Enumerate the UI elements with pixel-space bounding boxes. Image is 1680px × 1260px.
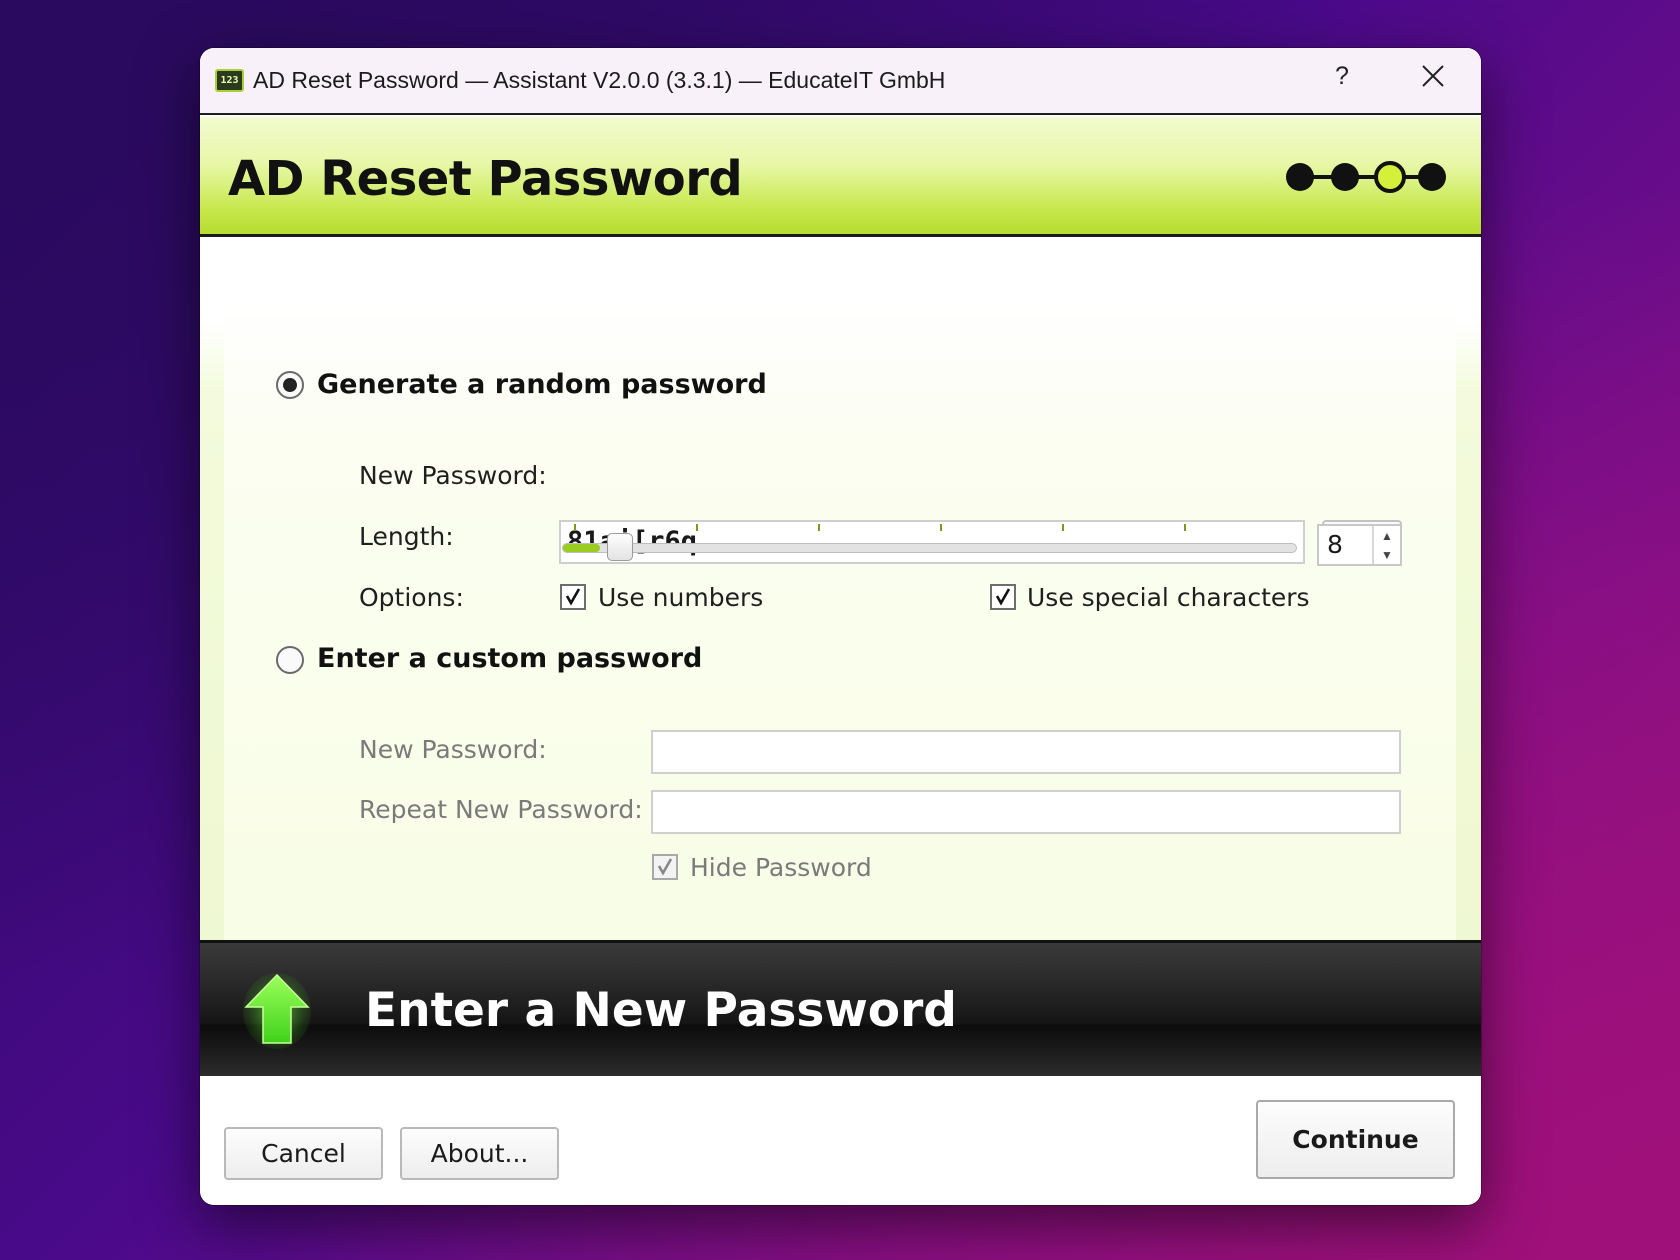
use-numbers-checkbox[interactable] [560, 584, 586, 610]
app-icon: 123 [215, 69, 244, 92]
green-up-arrow-icon [243, 973, 311, 1049]
slider-tick [696, 524, 698, 531]
generated-password-field[interactable]: 81aj[r6q [559, 520, 1305, 564]
close-icon [1422, 65, 1444, 87]
window-title: AD Reset Password — Assistant V2.0.0 (3.… [253, 67, 946, 93]
header-banner: AD Reset Password [200, 117, 1481, 237]
help-button[interactable]: ? [1327, 62, 1357, 91]
step-dot [1418, 163, 1446, 191]
title-bar: 123 AD Reset Password — Assistant V2.0.0… [200, 48, 1481, 115]
repeat-password-label: Repeat New Password: [359, 795, 643, 824]
cancel-button[interactable]: Cancel [224, 1127, 383, 1180]
slider-tick [1184, 524, 1186, 531]
continue-button[interactable]: Continue [1256, 1100, 1455, 1179]
slider-tick [574, 524, 576, 531]
use-special-characters-checkbox[interactable] [990, 584, 1016, 610]
radio-random-label: Generate a random password [317, 369, 767, 400]
hide-password-checkbox[interactable] [652, 854, 678, 880]
options-label: Options: [359, 583, 464, 612]
step-indicator [1282, 159, 1450, 195]
length-slider-track[interactable] [562, 543, 1297, 553]
length-slider-fill [563, 544, 600, 552]
step-title: Enter a New Password [365, 983, 957, 1038]
close-button[interactable] [1417, 60, 1449, 92]
step-dot [1286, 163, 1314, 191]
slider-tick [1062, 524, 1064, 531]
step-dot-active [1374, 161, 1406, 193]
checkmark-icon [565, 588, 581, 606]
dialog-window: 123 AD Reset Password — Assistant V2.0.0… [200, 48, 1481, 1205]
content-area: Generate a random password New Password:… [200, 240, 1481, 990]
use-numbers-label: Use numbers [598, 583, 764, 612]
custom-new-password-field[interactable] [651, 730, 1401, 774]
length-label: Length: [359, 522, 454, 551]
length-spinbox[interactable]: 8 ▲ ▼ [1317, 524, 1402, 566]
radio-custom-label: Enter a custom password [317, 643, 703, 674]
radio-custom-password[interactable] [276, 646, 304, 674]
step-dot [1331, 163, 1359, 191]
step-banner: Enter a New Password [200, 940, 1481, 1076]
spin-down-icon[interactable]: ▼ [1374, 545, 1400, 564]
app-icon-text: 123 [220, 75, 239, 86]
page-title: AD Reset Password [228, 151, 743, 207]
spin-up-icon[interactable]: ▲ [1374, 526, 1400, 545]
slider-tick [940, 524, 942, 531]
options-panel: Generate a random password New Password:… [224, 298, 1456, 956]
use-special-characters-label: Use special characters [1027, 583, 1310, 612]
checkmark-icon [657, 858, 673, 876]
length-slider-thumb[interactable] [606, 533, 633, 561]
repeat-password-field[interactable] [651, 790, 1401, 834]
button-bar: Cancel About... Continue [200, 1076, 1481, 1205]
length-value[interactable]: 8 [1319, 526, 1372, 564]
slider-tick [818, 524, 820, 531]
about-button[interactable]: About... [400, 1127, 559, 1180]
random-new-password-label: New Password: [359, 461, 547, 490]
radio-random-password[interactable] [276, 371, 304, 399]
hide-password-label: Hide Password [690, 853, 872, 882]
custom-new-password-label: New Password: [359, 735, 547, 764]
checkmark-icon [995, 588, 1011, 606]
